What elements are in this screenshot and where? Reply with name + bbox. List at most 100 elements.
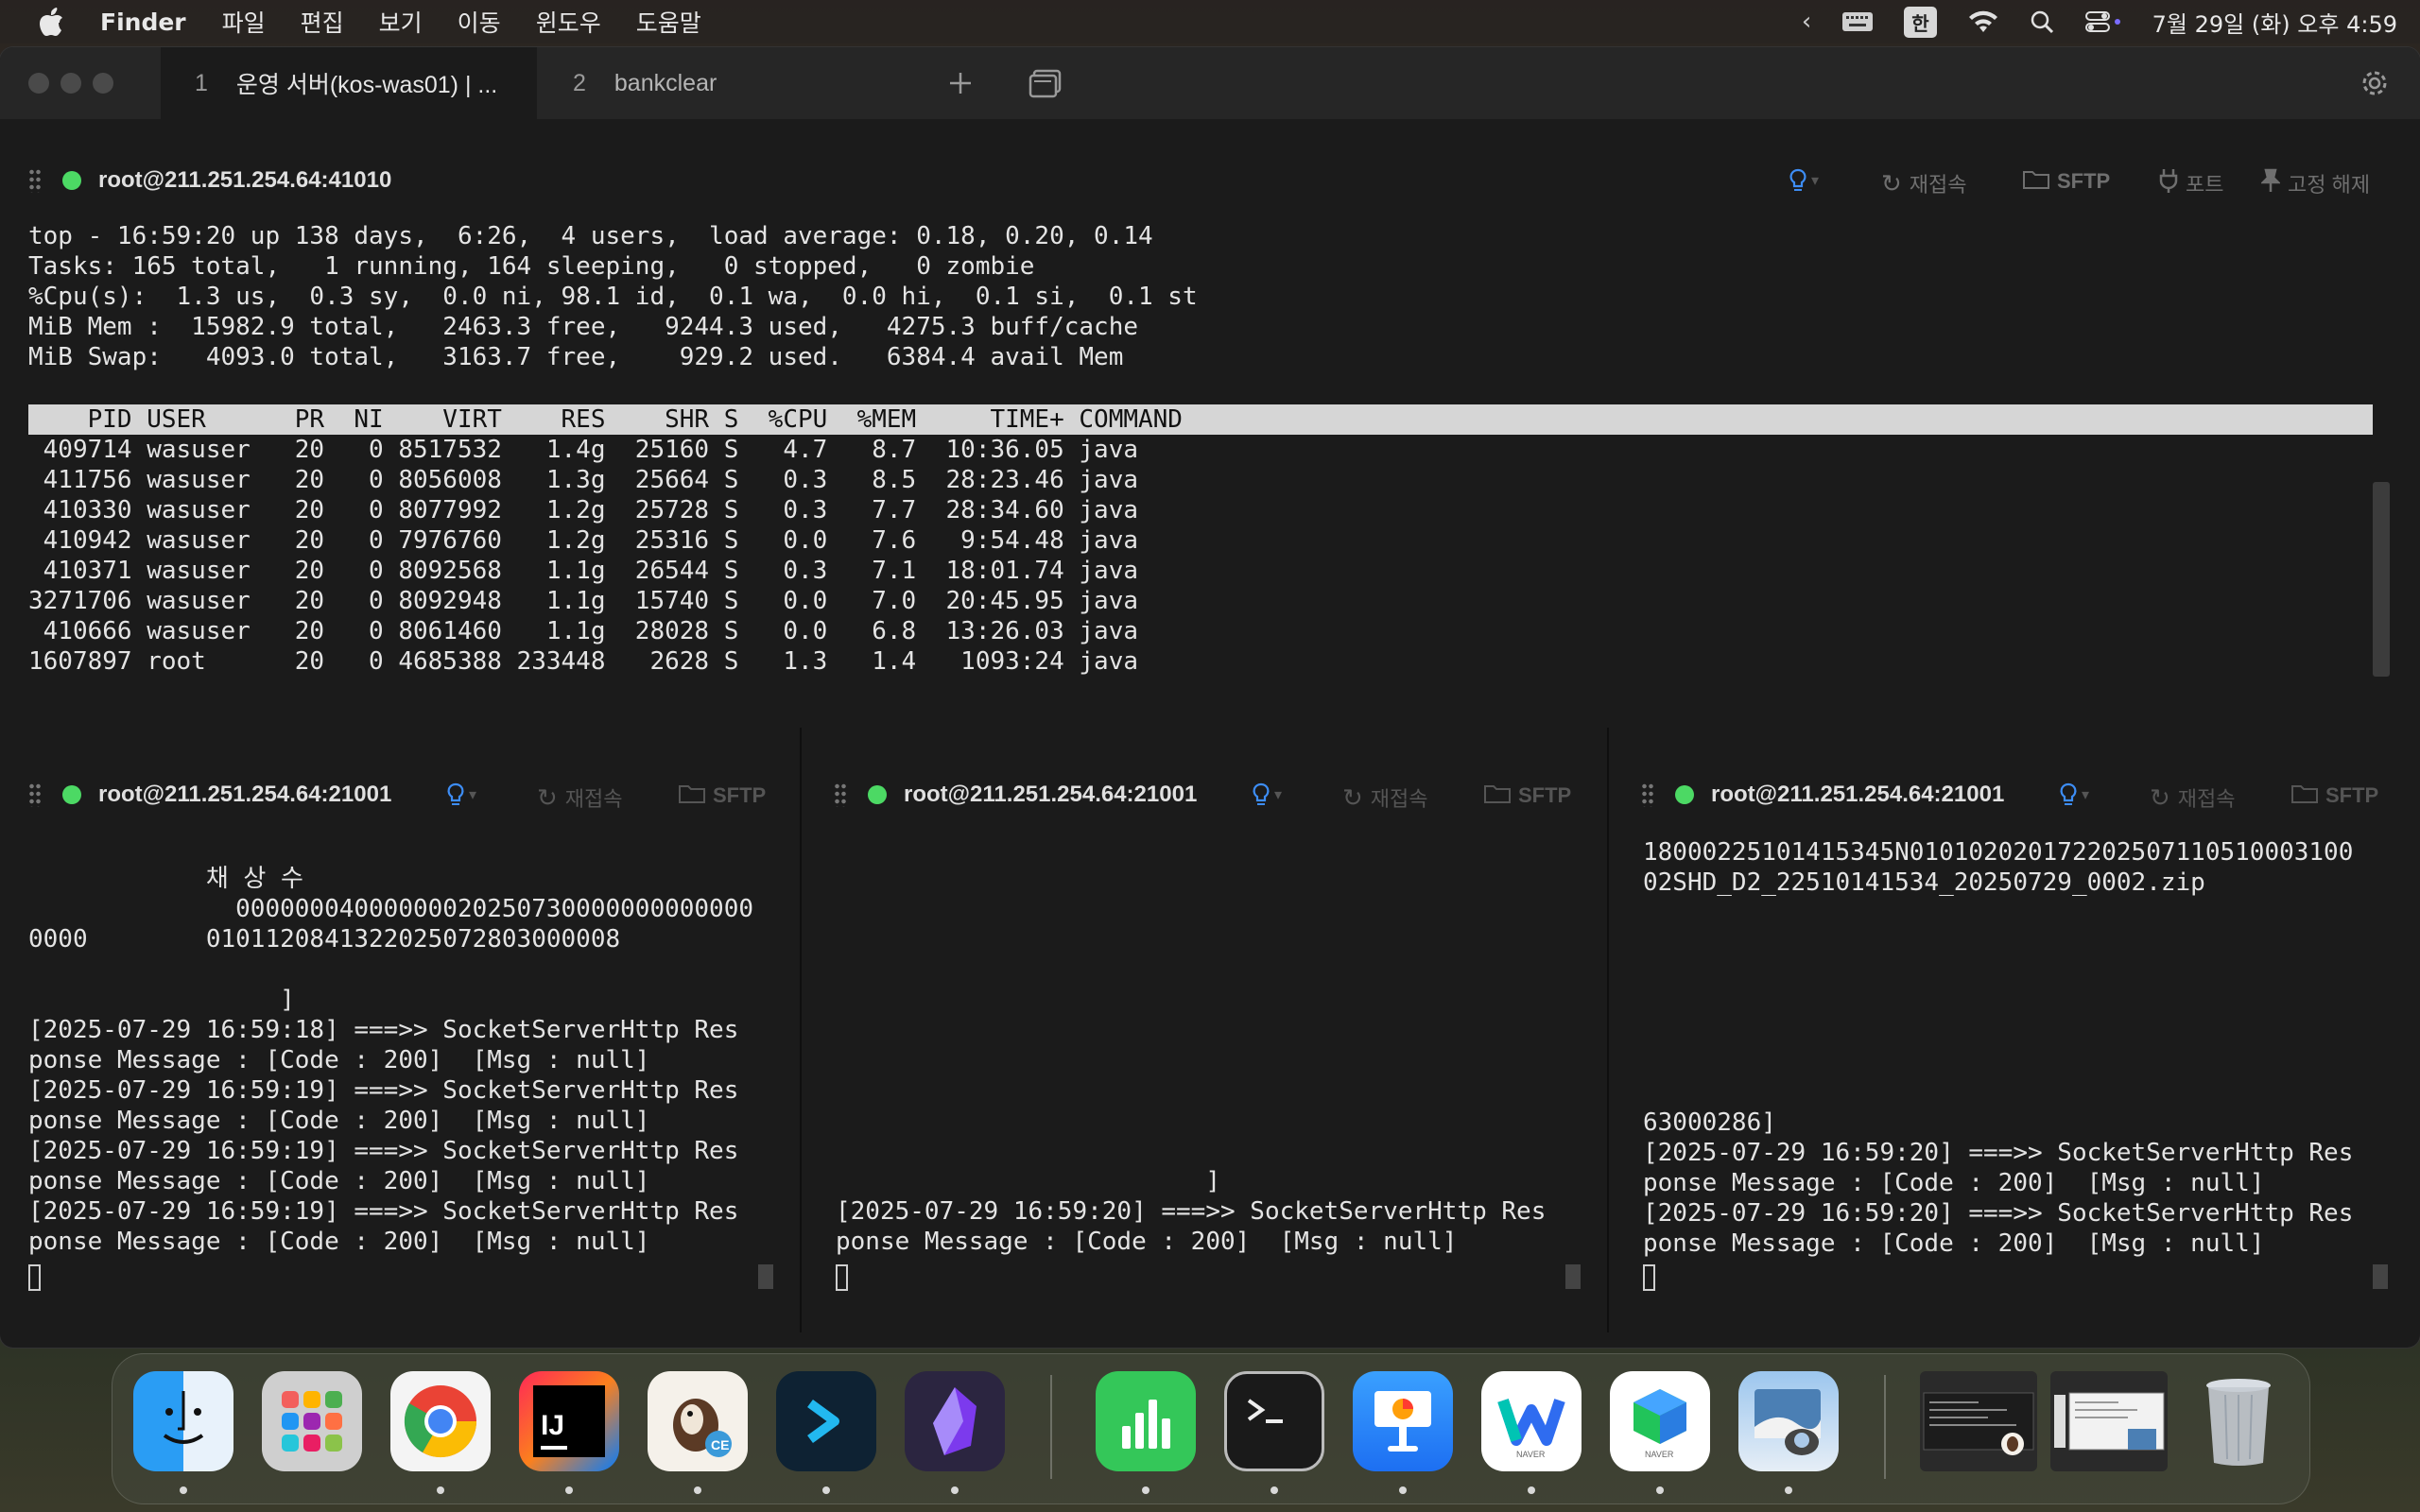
folder-icon	[1484, 782, 1511, 809]
pin-icon	[2259, 168, 2282, 198]
connection-status-icon	[62, 785, 81, 804]
refresh-icon: ↻	[1881, 168, 1902, 198]
chevron-down-icon[interactable]: ▾	[469, 785, 476, 804]
terminal-cursor	[28, 1264, 41, 1291]
menubar-clock[interactable]: 7월 29일 (화) 오후 4:59	[2152, 6, 2397, 39]
tab-overview-icon[interactable]	[1028, 66, 1063, 100]
input-method-indicator[interactable]: 한	[1904, 6, 1937, 38]
menu-help[interactable]: 도움말	[636, 5, 701, 39]
gear-icon[interactable]	[2358, 66, 2392, 100]
tab-1[interactable]: 1 운영 서버(kos-was01) | ...	[161, 47, 537, 119]
pane-2-scrollbar[interactable]	[1565, 1264, 1581, 1289]
running-indicator	[565, 1486, 573, 1494]
process-table-header-text: PID USER PR NI VIRT RES SHR S %CPU %MEM …	[28, 405, 1183, 434]
finder-icon[interactable]	[133, 1371, 233, 1471]
window-titlebar: 1 운영 서버(kos-was01) | ... 2 bankclear	[0, 47, 2420, 119]
numbers-icon[interactable]	[1096, 1371, 1196, 1471]
reconnect-button[interactable]: ↻ 재접속	[537, 782, 623, 813]
control-center-icon[interactable]	[2084, 9, 2122, 34]
sftp-button[interactable]: SFTP	[2291, 782, 2378, 809]
dock-separator	[1884, 1375, 1886, 1479]
chevron-left-icon[interactable]: ‹	[1802, 8, 1811, 36]
reconnect-button[interactable]: ↻ 재접속	[2150, 782, 2236, 813]
menu-go[interactable]: 이동	[458, 5, 501, 39]
preview-icon[interactable]	[1738, 1371, 1839, 1471]
pane-divider[interactable]	[1607, 728, 1609, 1332]
lightbulb-icon[interactable]: ▾	[446, 782, 476, 807]
keyboard-icon[interactable]	[1841, 10, 1874, 33]
naver-works-icon[interactable]: NAVER	[1610, 1371, 1710, 1471]
wifi-icon[interactable]	[1967, 9, 1999, 34]
folder-icon	[679, 782, 705, 809]
lightbulb-icon[interactable]: ▾	[2059, 782, 2089, 807]
running-indicator	[1270, 1486, 1278, 1494]
menu-file[interactable]: 파일	[222, 5, 266, 39]
running-indicator	[694, 1486, 701, 1494]
plus-icon[interactable]	[943, 66, 977, 100]
keynote-icon[interactable]	[1353, 1371, 1453, 1471]
dbeaver-icon[interactable]: CE	[648, 1371, 748, 1471]
window-thumbnail-2[interactable]	[2050, 1371, 2168, 1471]
reconnect-button[interactable]: ↻ 재접속	[1342, 782, 1428, 813]
sftp-button[interactable]: SFTP	[2023, 168, 2110, 195]
folder-icon	[2291, 782, 2318, 809]
refresh-icon: ↻	[2150, 782, 2170, 812]
chevron-down-icon[interactable]: ▾	[1811, 171, 1819, 190]
chevron-down-icon[interactable]: ▾	[1274, 785, 1282, 804]
close-window-button[interactable]	[28, 73, 49, 94]
terminal-window: 1 운영 서버(kos-was01) | ... 2 bankclear roo…	[0, 47, 2420, 1348]
port-button[interactable]: 포트	[2159, 168, 2223, 198]
session-host: root@211.251.254.64:21001	[904, 782, 1198, 807]
pane-divider[interactable]	[800, 728, 802, 1332]
dock-separator	[1050, 1375, 1052, 1479]
sftp-label: SFTP	[1518, 783, 1572, 807]
unpin-button[interactable]: 고정 해제	[2259, 168, 2371, 198]
sftp-button[interactable]: SFTP	[1484, 782, 1571, 809]
connection-status-icon	[1675, 785, 1694, 804]
search-icon[interactable]	[2030, 9, 2054, 34]
refresh-icon: ↻	[1342, 782, 1363, 812]
pane-1-header: root@211.251.254.64:21001	[28, 771, 391, 818]
terminal-icon[interactable]	[1224, 1371, 1324, 1471]
tab-2[interactable]: 2 bankclear	[539, 47, 917, 119]
top-session-scrollbar[interactable]	[2373, 482, 2390, 677]
pane-3-scrollbar[interactable]	[2373, 1264, 2388, 1289]
tab-label: bankclear	[614, 69, 717, 96]
terminal-app-icon[interactable]	[776, 1371, 876, 1471]
drag-handle-icon[interactable]	[28, 168, 42, 193]
apple-icon[interactable]	[36, 6, 68, 38]
drag-handle-icon[interactable]	[28, 782, 42, 807]
intellij-icon[interactable]: IJ	[519, 1371, 619, 1471]
zoom-window-button[interactable]	[93, 73, 113, 94]
lightbulb-icon[interactable]: ▾	[1252, 782, 1282, 807]
obsidian-icon[interactable]	[905, 1371, 1005, 1471]
chevron-down-icon[interactable]: ▾	[2082, 785, 2089, 804]
active-app-name[interactable]: Finder	[100, 9, 186, 36]
connection-status-icon	[62, 171, 81, 190]
pane-1-scrollbar[interactable]	[758, 1264, 773, 1289]
running-indicator	[951, 1486, 959, 1494]
menu-view[interactable]: 보기	[379, 5, 423, 39]
window-thumbnail-1[interactable]	[1920, 1371, 2037, 1471]
folder-icon	[2023, 168, 2049, 195]
lightbulb-icon[interactable]: ▾	[1789, 168, 1819, 193]
drag-handle-icon[interactable]	[1641, 782, 1654, 807]
svg-text:CE: CE	[711, 1437, 729, 1452]
drag-handle-icon[interactable]	[834, 782, 847, 807]
naver-whale-icon[interactable]: NAVER	[1481, 1371, 1582, 1471]
minimize-window-button[interactable]	[60, 73, 81, 94]
running-indicator	[437, 1486, 444, 1494]
menu-window[interactable]: 윈도우	[536, 5, 601, 39]
sftp-button[interactable]: SFTP	[679, 782, 766, 809]
menu-edit[interactable]: 편집	[301, 5, 344, 39]
launchpad-icon[interactable]	[262, 1371, 362, 1471]
dock: IJ CE NAVER NAVER	[112, 1353, 2310, 1504]
reconnect-label: 재접속	[1370, 787, 1428, 811]
unpin-label: 고정 해제	[2288, 173, 2371, 197]
running-indicator	[822, 1486, 830, 1494]
svg-text:NAVER: NAVER	[1645, 1450, 1674, 1459]
chrome-icon[interactable]	[390, 1371, 491, 1471]
trash-icon[interactable]	[2188, 1371, 2289, 1471]
reconnect-button[interactable]: ↻ 재접속	[1881, 168, 1967, 198]
tab-number: 2	[573, 69, 586, 96]
